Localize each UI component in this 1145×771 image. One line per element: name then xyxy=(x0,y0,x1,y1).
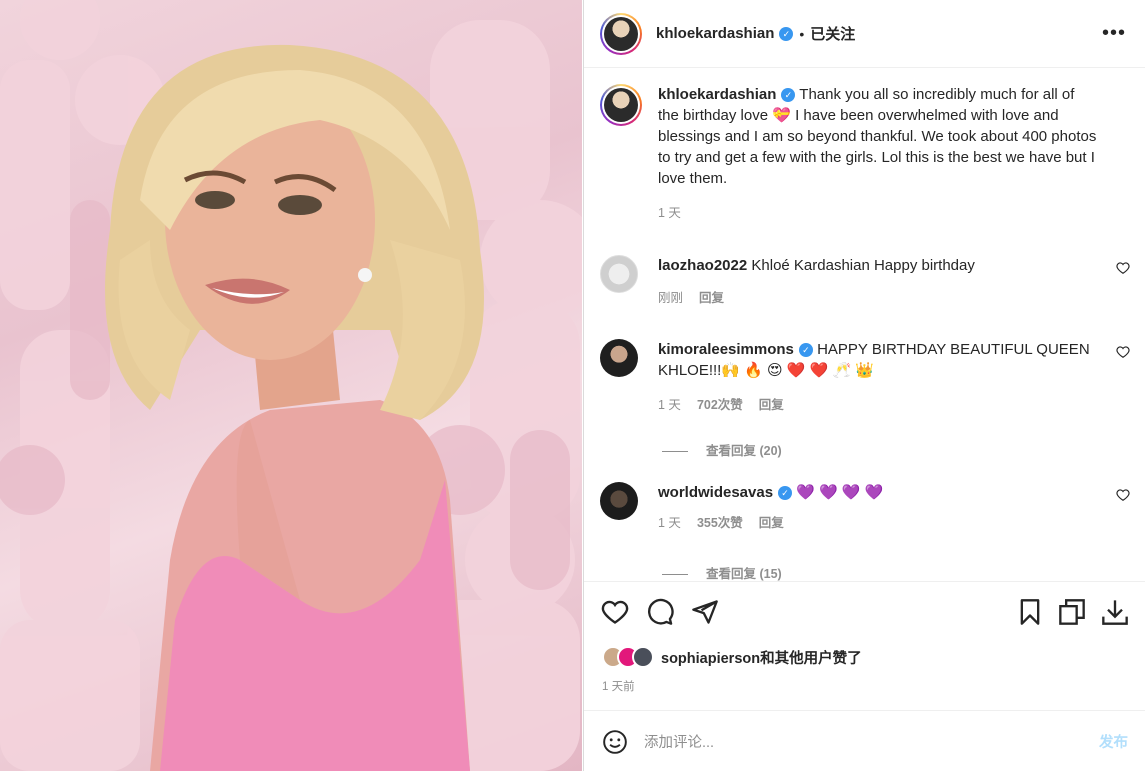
other-likers-link[interactable]: 其他用户 xyxy=(775,651,833,667)
add-comment-bar: 添加评论... 发布 xyxy=(584,710,1145,771)
liked-by: sophiapierson和其他用户赞了 xyxy=(602,646,862,668)
like-comment-heart-icon[interactable] xyxy=(1116,261,1130,275)
like-comment-heart-icon[interactable] xyxy=(1116,488,1130,502)
post-detail-panel: khloekardashian ✓ • 已关注 ••• khloekardash… xyxy=(583,0,1145,771)
save-bookmark-icon[interactable] xyxy=(1016,598,1044,626)
replies-divider xyxy=(662,574,688,576)
caption-body: khloekardashian ✓ Thank you all so incred… xyxy=(658,84,1098,224)
reply-button[interactable]: 回复 xyxy=(759,398,784,412)
comment-time[interactable]: 刚刚 xyxy=(658,291,683,305)
comment-item: laozhao2022 Khloé Kardashian Happy birth… xyxy=(600,255,1130,315)
view-replies-button[interactable]: 查看回复 (15) xyxy=(662,563,782,581)
copy-icon[interactable] xyxy=(1058,598,1086,626)
comment-item: kimoraleesimmons ✓ HAPPY BIRTHDAY BEAUTIF… xyxy=(600,339,1130,419)
author-avatar[interactable] xyxy=(600,12,642,55)
post-actions: sophiapierson和其他用户赞了 1 天前 添加评论... 发布 xyxy=(584,581,1145,771)
verified-badge-icon: ✓ xyxy=(798,343,813,358)
following-button[interactable]: 已关注 xyxy=(810,23,855,44)
share-icon[interactable] xyxy=(691,598,719,626)
comment-item: worldwidesavas ✓ 💜 💜 💜 💜 1 天 355次赞 回复 xyxy=(600,482,1130,542)
separator-dot: • xyxy=(799,25,805,42)
comment-time[interactable]: 1 天 xyxy=(658,516,681,530)
portrait-illustration xyxy=(0,0,582,771)
like-comment-heart-icon[interactable] xyxy=(1116,345,1130,359)
comment-text: 💜 💜 💜 💜 xyxy=(796,484,884,501)
reply-button[interactable]: 回复 xyxy=(699,291,724,305)
post-comment-button[interactable]: 发布 xyxy=(1099,731,1128,752)
comment-username[interactable]: kimoraleesimmons xyxy=(658,341,794,358)
post-photo[interactable] xyxy=(0,0,582,771)
comment-text: Khloé Kardashian Happy birthday xyxy=(751,257,975,274)
verified-badge-icon: ✓ xyxy=(778,486,793,501)
comment-time[interactable]: 1 天 xyxy=(658,398,681,412)
comments-list[interactable]: khloekardashian ✓ Thank you all so incred… xyxy=(584,69,1145,581)
comment-likes[interactable]: 355次赞 xyxy=(697,516,743,530)
emoji-icon[interactable] xyxy=(602,729,628,755)
post-header: khloekardashian ✓ • 已关注 ••• xyxy=(584,0,1145,68)
caption-username[interactable]: khloekardashian xyxy=(658,86,776,103)
view-replies-button[interactable]: 查看回复 (20) xyxy=(662,440,782,459)
liker-avatar[interactable] xyxy=(632,646,654,668)
like-heart-icon[interactable] xyxy=(601,598,629,626)
verified-badge-icon: ✓ xyxy=(781,88,796,103)
caption-row: khloekardashian ✓ Thank you all so incred… xyxy=(600,84,1130,234)
commenter-avatar[interactable] xyxy=(600,339,638,377)
commenter-avatar[interactable] xyxy=(600,482,638,520)
reply-button[interactable]: 回复 xyxy=(759,516,784,530)
comment-input[interactable]: 添加评论... xyxy=(644,731,1099,752)
author-username[interactable]: khloekardashian xyxy=(656,25,774,42)
download-icon[interactable] xyxy=(1101,598,1129,626)
comment-icon[interactable] xyxy=(646,598,674,626)
caption-avatar[interactable] xyxy=(600,84,642,126)
commenter-avatar[interactable] xyxy=(600,255,638,293)
post-time[interactable]: 1 天前 xyxy=(602,678,635,694)
caption-time[interactable]: 1 天 xyxy=(658,206,681,220)
liker-username[interactable]: sophiapierson xyxy=(661,651,760,667)
more-options-icon[interactable]: ••• xyxy=(1102,22,1126,45)
replies-divider xyxy=(662,451,688,453)
verified-badge-icon: ✓ xyxy=(779,26,794,41)
comment-likes[interactable]: 702次赞 xyxy=(697,398,743,412)
comment-username[interactable]: worldwidesavas xyxy=(658,484,773,501)
comment-username[interactable]: laozhao2022 xyxy=(658,257,747,274)
